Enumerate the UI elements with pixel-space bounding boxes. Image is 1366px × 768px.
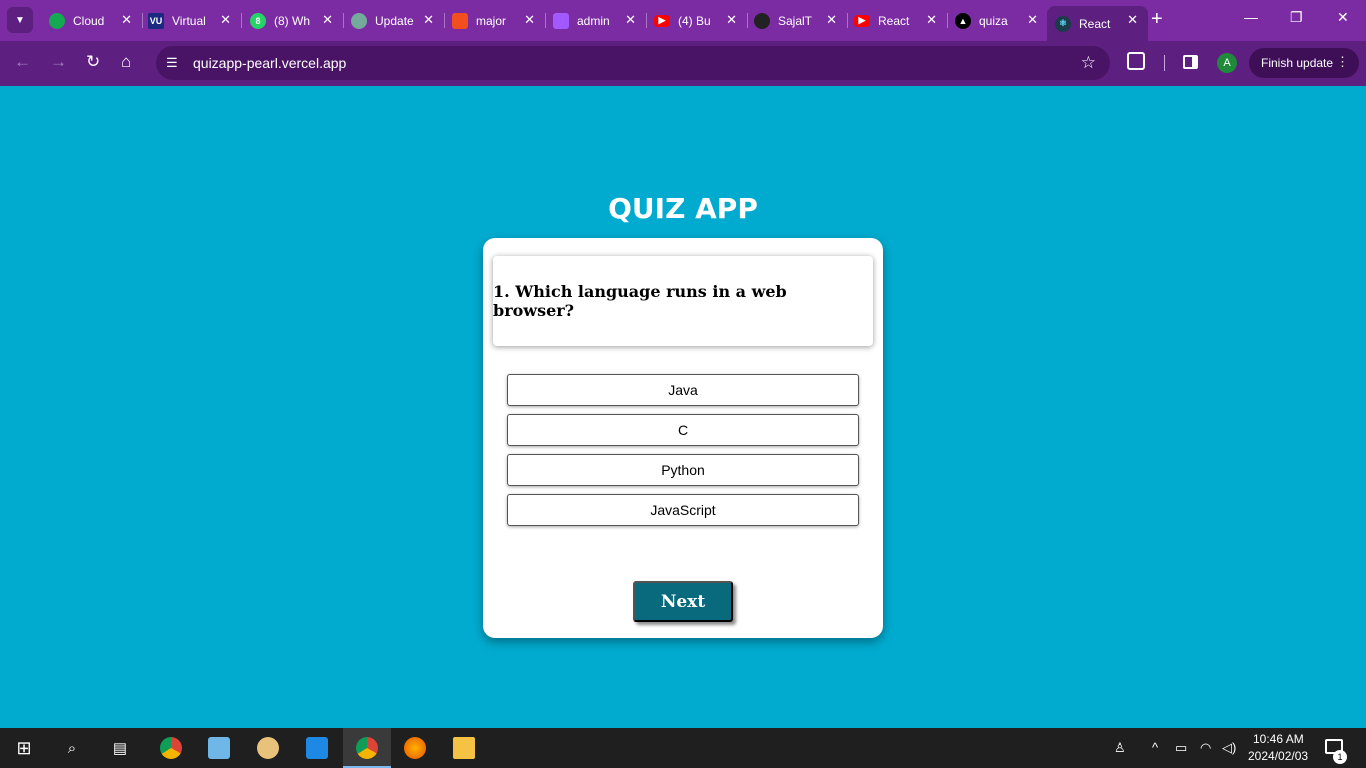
tab-item[interactable]: major ✕ — [444, 6, 546, 35]
wifi-icon[interactable]: ◠ — [1200, 740, 1211, 756]
answer-options: Java C Python JavaScript — [507, 374, 859, 534]
clock-date[interactable]: 2024/02/03 — [1248, 749, 1308, 763]
close-icon[interactable]: ✕ — [322, 12, 333, 28]
firefox-icon[interactable] — [404, 737, 426, 759]
whatsapp-icon: 8 — [250, 12, 266, 29]
github-icon — [754, 12, 770, 29]
chevron-down-icon: ▼ — [15, 14, 25, 26]
chatgpt-icon — [351, 12, 367, 29]
vercel-icon: ▲ — [955, 12, 971, 29]
close-window-icon[interactable]: ✕ — [1337, 9, 1349, 26]
close-icon[interactable]: ✕ — [1127, 12, 1138, 28]
close-icon[interactable]: ✕ — [625, 12, 636, 28]
tab-item[interactable]: ▶ (4) Bu ✕ — [646, 6, 748, 35]
minimize-icon[interactable]: — — [1244, 9, 1258, 25]
mongodb-icon — [49, 12, 65, 29]
tab-item[interactable]: 8 (8) Wh ✕ — [242, 6, 344, 35]
browser-toolbar: ← → ↻ ⌂ ☰ quizapp-pearl.vercel.app ☆ — [0, 41, 1366, 86]
tab-search-button[interactable]: ▼ — [7, 7, 33, 33]
tab-item[interactable]: ▲ quiza ✕ — [947, 6, 1048, 35]
close-icon[interactable]: ✕ — [726, 12, 737, 28]
close-icon[interactable]: ✕ — [220, 12, 231, 28]
quiz-card: 1. Which language runs in a web browser?… — [483, 238, 883, 638]
figma-icon — [452, 12, 468, 29]
chevron-up-icon[interactable]: ^ — [1152, 740, 1158, 755]
tab-item[interactable]: Cloud ✕ — [41, 6, 143, 35]
option-button[interactable]: Python — [507, 454, 859, 486]
close-icon[interactable]: ✕ — [423, 12, 434, 28]
tab-title: React — [878, 13, 910, 28]
volume-icon[interactable]: ◁) — [1222, 740, 1236, 756]
close-icon[interactable]: ✕ — [121, 12, 132, 28]
site-info-icon[interactable]: ☰ — [166, 55, 178, 71]
notification-badge: 1 — [1333, 750, 1347, 764]
tab-title: Virtual — [172, 13, 206, 28]
tab-item[interactable]: Update ✕ — [343, 6, 445, 35]
people-icon[interactable]: ♙ — [1114, 740, 1126, 756]
tab-title: major — [476, 13, 507, 28]
question-box: 1. Which language runs in a web browser? — [493, 256, 873, 346]
new-tab-button[interactable]: + — [1151, 8, 1163, 31]
battery-icon[interactable]: ▭ — [1175, 740, 1187, 756]
windows-start-icon[interactable]: ⊞ — [13, 737, 35, 759]
file-explorer-icon[interactable] — [453, 737, 475, 759]
tab-item[interactable]: ▶ React ✕ — [846, 6, 948, 35]
react-icon: ⚛ — [1055, 15, 1071, 32]
extensions-icon[interactable] — [1127, 52, 1145, 70]
chrome-profile-icon[interactable] — [356, 737, 378, 759]
url-text[interactable]: quizapp-pearl.vercel.app — [193, 55, 346, 71]
tab-title: (4) Bu — [678, 13, 711, 28]
figma-icon — [553, 12, 569, 29]
notepad-icon[interactable] — [208, 737, 230, 759]
vscode-icon[interactable] — [306, 737, 328, 759]
clock-time[interactable]: 10:46 AM — [1253, 732, 1304, 746]
task-view-icon[interactable]: ▤ — [109, 737, 131, 759]
reload-icon[interactable]: ↻ — [86, 52, 100, 72]
option-button[interactable]: C — [507, 414, 859, 446]
youtube-icon: ▶ — [854, 14, 870, 27]
address-bar[interactable]: ☰ quizapp-pearl.vercel.app ☆ — [156, 46, 1110, 80]
vu-logo-icon: VU — [148, 12, 164, 29]
tab-title: React — [1079, 16, 1111, 31]
home-icon[interactable]: ⌂ — [121, 52, 131, 72]
bookmark-star-icon[interactable]: ☆ — [1081, 53, 1096, 73]
option-button[interactable]: JavaScript — [507, 494, 859, 526]
close-icon[interactable]: ✕ — [1027, 12, 1038, 28]
tab-item[interactable]: VU Virtual ✕ — [140, 6, 242, 35]
finish-update-label: Finish update — [1261, 56, 1334, 70]
toolbar-divider — [1164, 55, 1165, 71]
paint-icon[interactable] — [257, 737, 279, 759]
more-menu-icon[interactable]: ⋮ — [1336, 54, 1349, 70]
windows-taskbar: ⊞ ⌕ ▤ ♙ ^ ▭ ◠ ◁) 10:46 AM 2024/02/03 1 — [0, 728, 1366, 768]
tab-strip: ▼ Cloud ✕ VU Virtual ✕ 8 (8) Wh ✕ Update… — [0, 0, 1366, 41]
question-text: 1. Which language runs in a web browser? — [493, 282, 787, 320]
tab-title: (8) Wh — [274, 13, 310, 28]
side-panel-icon[interactable] — [1183, 55, 1198, 69]
page-title: QUIZ APP — [608, 192, 758, 225]
tab-item[interactable]: SajalT ✕ — [746, 6, 848, 35]
finish-update-button[interactable]: Finish update ⋮ — [1249, 48, 1359, 78]
close-icon[interactable]: ✕ — [926, 12, 937, 28]
tab-title: SajalT — [778, 13, 813, 28]
tab-item[interactable]: admin ✕ — [545, 6, 647, 35]
tab-title: quiza — [979, 13, 1008, 28]
tab-title: Update — [375, 13, 414, 28]
forward-icon[interactable]: → — [50, 52, 67, 72]
tab-item-active[interactable]: ⚛ React ✕ — [1047, 6, 1148, 41]
youtube-icon: ▶ — [654, 14, 670, 27]
option-button[interactable]: Java — [507, 374, 859, 406]
tab-title: Cloud — [73, 13, 105, 28]
close-icon[interactable]: ✕ — [524, 12, 535, 28]
search-icon[interactable]: ⌕ — [61, 737, 83, 759]
back-icon[interactable]: ← — [14, 52, 31, 72]
tab-title: admin — [577, 13, 610, 28]
next-button[interactable]: Next — [633, 581, 733, 622]
profile-avatar[interactable]: A — [1217, 53, 1237, 73]
chrome-icon[interactable] — [160, 737, 182, 759]
restore-icon[interactable]: ❐ — [1290, 9, 1303, 26]
close-icon[interactable]: ✕ — [826, 12, 837, 28]
